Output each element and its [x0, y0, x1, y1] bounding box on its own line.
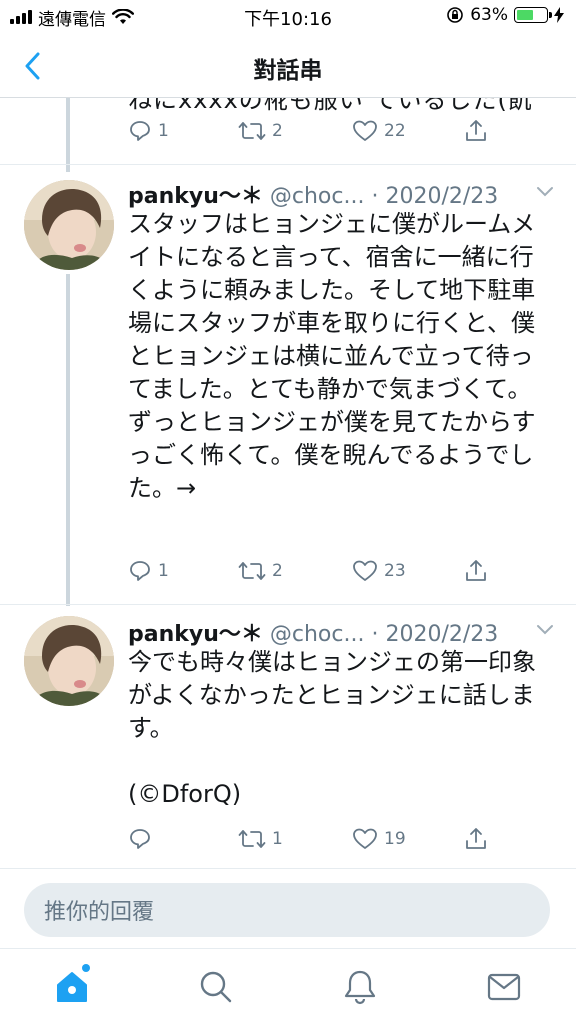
retweet-icon — [238, 830, 266, 848]
previous-tweet-text: ねにxxxxの椛も服い ているした(飢 — [128, 98, 533, 114]
like-button[interactable]: 23 — [352, 556, 406, 586]
previous-tweet-actions: 1 2 22 — [128, 116, 508, 146]
tab-search[interactable] — [196, 967, 236, 1007]
heart-icon — [353, 828, 377, 849]
retweet-icon — [238, 562, 266, 580]
share-button[interactable] — [464, 556, 488, 586]
tab-home[interactable] — [52, 967, 92, 1007]
navigation-bar: 對話串 — [0, 34, 576, 98]
retweet-count: 2 — [272, 121, 283, 141]
tweet-divider — [0, 604, 576, 605]
home-icon — [57, 972, 87, 1002]
display-name[interactable]: pankyu～＊ — [128, 184, 263, 209]
like-button[interactable]: 19 — [352, 824, 406, 854]
reply-count: 1 — [158, 121, 169, 141]
tweet[interactable]: pankyu～＊ @choc... · 2020/2/23 今でも時々僕はヒョン… — [0, 616, 576, 868]
reply-icon — [130, 829, 150, 849]
tab-bar — [0, 948, 576, 1024]
thread-connector-line — [66, 98, 70, 172]
reply-icon — [130, 121, 150, 141]
tab-messages[interactable] — [484, 967, 524, 1007]
avatar-image — [24, 616, 114, 706]
reply-composer: 推你的回覆 — [0, 868, 576, 948]
heart-icon — [353, 560, 377, 581]
status-right: 63% — [446, 5, 564, 25]
heart-icon — [353, 120, 377, 141]
charging-bolt-icon — [554, 7, 564, 23]
avatar[interactable] — [24, 180, 114, 270]
reply-button[interactable] — [128, 824, 158, 854]
retweet-count: 1 — [272, 829, 283, 849]
tweet-date: · 2020/2/23 — [371, 184, 499, 209]
reply-count: 1 — [158, 561, 169, 581]
retweet-count: 2 — [272, 561, 283, 581]
tab-notifications[interactable] — [340, 967, 380, 1007]
like-count: 23 — [384, 561, 406, 581]
tweet[interactable]: pankyu～＊ @choc... · 2020/2/23 スタッフはヒョンジェ… — [0, 178, 576, 608]
tweet-actions: 1 2 23 — [128, 556, 508, 586]
reply-button[interactable]: 1 — [128, 116, 169, 146]
reply-button[interactable]: 1 — [128, 556, 169, 586]
tweet-text: スタッフはヒョンジェに僕がルームメイトになると言って、宿舍に一緒に行くように頼み… — [128, 210, 536, 502]
avatar-image — [24, 180, 114, 270]
reply-icon — [130, 561, 150, 581]
chevron-down-icon[interactable] — [536, 624, 554, 636]
tweet-header: pankyu～＊ @choc... · 2020/2/23 — [128, 178, 556, 209]
retweet-button[interactable]: 2 — [238, 556, 283, 586]
orientation-lock-icon — [447, 7, 464, 23]
notifications-icon — [344, 970, 376, 1005]
notification-dot — [82, 964, 90, 972]
avatar[interactable] — [24, 616, 114, 706]
share-button[interactable] — [464, 116, 488, 146]
user-handle[interactable]: @choc... — [270, 184, 365, 209]
retweet-icon — [238, 122, 266, 140]
share-icon — [466, 828, 486, 849]
battery-percent: 63% — [470, 5, 508, 25]
conversation-thread[interactable]: ねにxxxxの椛も服い ているした(飢 1 2 22 pankyu～＊ @cho… — [0, 98, 576, 868]
like-button[interactable]: 22 — [352, 116, 406, 146]
like-count: 22 — [384, 121, 406, 141]
reply-input[interactable]: 推你的回覆 — [24, 883, 550, 937]
display-name[interactable]: pankyu～＊ — [128, 622, 263, 647]
share-icon — [466, 560, 486, 581]
like-count: 19 — [384, 829, 406, 849]
retweet-button[interactable]: 2 — [238, 116, 283, 146]
tweet-text: 今でも時々僕はヒョンジェの第一印象がよくなかったとヒョンジェに話します。 (©D… — [128, 648, 536, 808]
share-button[interactable] — [464, 824, 488, 854]
search-icon — [200, 971, 232, 1003]
messages-icon — [487, 973, 521, 1001]
tweet-actions: 1 19 — [128, 824, 508, 854]
page-title: 對話串 — [253, 58, 323, 84]
status-bar: 遠傳電信 下午10:16 63% — [0, 0, 576, 34]
tweet-divider — [0, 164, 576, 165]
retweet-button[interactable]: 1 — [238, 824, 283, 854]
battery-icon — [514, 7, 552, 23]
chevron-down-icon[interactable] — [536, 186, 554, 198]
tweet-date: · 2020/2/23 — [371, 622, 499, 647]
share-icon — [466, 120, 486, 141]
user-handle[interactable]: @choc... — [270, 622, 365, 647]
tweet-header: pankyu～＊ @choc... · 2020/2/23 — [128, 616, 556, 647]
